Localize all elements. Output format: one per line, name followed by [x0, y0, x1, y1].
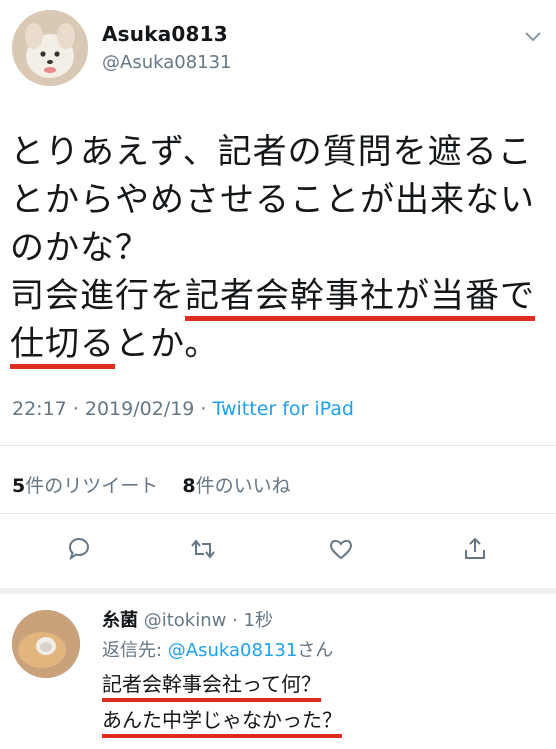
reply-to-line: 返信先: @Asuka08131さん	[102, 640, 334, 661]
tweet-card: Asuka0813 @Asuka08131 とりあえず、記者の質問を遮るこ とから…	[0, 0, 556, 749]
user-avatar[interactable]	[12, 10, 88, 86]
divider	[0, 445, 556, 446]
underlined-text: 仕切る	[10, 324, 115, 364]
underlined-text: 記者会幹事社が当番で	[185, 276, 535, 316]
tweet-timestamp[interactable]: 22:17 · 2019/02/19 ·	[12, 398, 213, 420]
reply-display-name[interactable]: 糸菌	[102, 610, 138, 631]
tweet-text-segment: とからやめさせることが出来ない	[10, 180, 535, 220]
tweet-text-line: のかな？	[10, 224, 546, 272]
tweet-text-line: とりあえず、記者の質問を遮るこ	[10, 128, 546, 176]
divider	[0, 513, 556, 514]
tweet-text-segment: 司会進行を	[10, 276, 185, 316]
chevron-down-icon[interactable]	[524, 30, 542, 44]
reply-text-line: あんた中学じゃなかった？	[102, 708, 342, 732]
reply-author: 糸菌 @itokinw · 1秒	[102, 606, 273, 632]
like-stat[interactable]: 8件のいいね	[182, 475, 290, 497]
reply-icon[interactable]	[66, 536, 92, 562]
tweet-text-segment: とか。	[115, 324, 220, 364]
tweet-text-segment: とりあえず、記者の質問を遮るこ	[10, 132, 533, 172]
reply-to-mention[interactable]: @Asuka08131	[168, 640, 298, 661]
retweet-icon[interactable]	[190, 536, 216, 562]
tweet-text-line: とからやめさせることが出来ない	[10, 176, 546, 224]
tweet-text-segment: のかな？	[10, 228, 150, 268]
tweet-text-line: 仕切るとか。	[10, 320, 546, 368]
tweet-metadata: 22:17 · 2019/02/19 · Twitter for iPad	[12, 398, 354, 420]
section-separator	[0, 588, 556, 594]
user-handle[interactable]: @Asuka08131	[102, 52, 232, 73]
reply-text-line: 記者会幹事会社って何？	[102, 672, 321, 696]
tweet-text: とりあえず、記者の質問を遮るこ とからやめさせることが出来ない のかな？ 司会進行を記…	[10, 128, 546, 368]
tweet-stats: 5件のリツイート 8件のいいね	[12, 471, 291, 498]
share-icon[interactable]	[462, 536, 488, 562]
retweet-stat[interactable]: 5件のリツイート	[12, 475, 158, 497]
reply-avatar[interactable]	[12, 610, 80, 678]
like-icon[interactable]	[328, 536, 354, 562]
tweet-text-line: 司会進行を記者会幹事社が当番で	[10, 272, 546, 320]
reply-text: 記者会幹事会社って何？ あんた中学じゃなかった？	[102, 666, 342, 738]
tweet-source[interactable]: Twitter for iPad	[213, 398, 354, 420]
reply-handle-time[interactable]: @itokinw · 1秒	[138, 610, 273, 631]
display-name[interactable]: Asuka0813	[102, 22, 228, 46]
